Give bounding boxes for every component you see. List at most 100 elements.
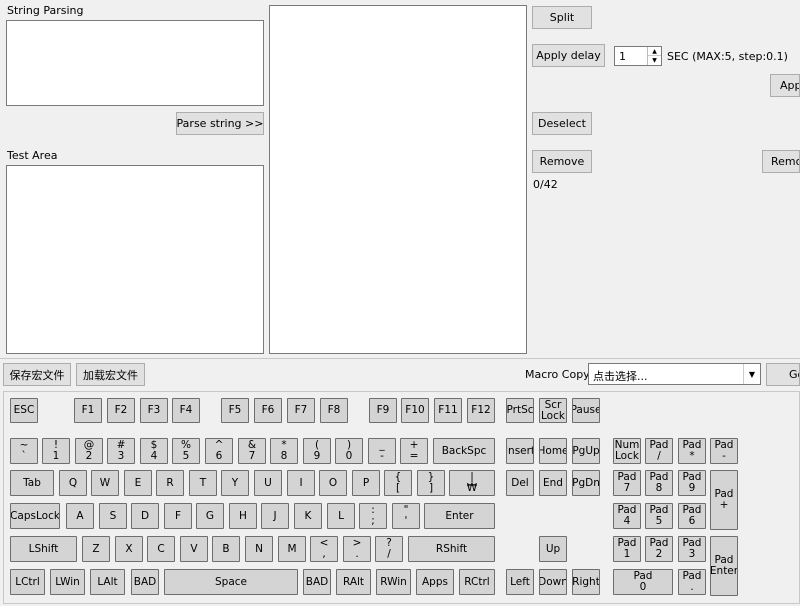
load-macro-button[interactable]: 加载宏文件 [76,363,145,386]
key-5[interactable]: % 5 [172,438,200,464]
key-left[interactable]: Left [506,569,534,595]
key-period[interactable]: >. [343,536,371,562]
key-y[interactable]: Y [221,470,249,496]
key-capslock[interactable]: CapsLock [10,503,60,529]
key-backspace[interactable]: BackSpc [433,438,495,464]
key-c[interactable]: C [147,536,175,562]
key-bad-left[interactable]: BAD [131,569,159,595]
key-end[interactable]: End [539,470,567,496]
key-pad-7[interactable]: Pad 7 [613,470,641,496]
key-n[interactable]: N [245,536,273,562]
key-i[interactable]: I [287,470,315,496]
key-pgdn[interactable]: PgDn [572,470,600,496]
key-f8[interactable]: F8 [320,398,348,423]
key-rshift[interactable]: RShift [408,536,495,562]
key-6[interactable]: ^ 6 [205,438,233,464]
key-prtsc[interactable]: PrtSc [506,398,534,423]
key-down[interactable]: Down [539,569,567,595]
key-numlock[interactable]: Num Lock [613,438,641,464]
key-lshift[interactable]: LShift [10,536,77,562]
key-f5[interactable]: F5 [221,398,249,423]
go-button[interactable]: Go [766,363,800,386]
key-ralt[interactable]: RAlt [336,569,371,595]
key-w[interactable]: W [91,470,119,496]
key-7[interactable]: & 7 [238,438,266,464]
string-parsing-textbox[interactable] [6,20,264,106]
key-f7[interactable]: F7 [287,398,315,423]
apply-all-button[interactable]: Apply [770,74,800,97]
delay-stepper[interactable]: 1 ▲ ▼ [614,46,662,66]
key-lwin[interactable]: LWin [50,569,85,595]
save-macro-button[interactable]: 保存宏文件 [3,363,71,386]
key-f9[interactable]: F9 [369,398,397,423]
key-semicolon[interactable]: :; [359,503,387,529]
key-f4[interactable]: F4 [172,398,200,423]
key-h[interactable]: H [229,503,257,529]
key-pad-multiply[interactable]: Pad * [678,438,706,464]
key-1[interactable]: ! 1 [42,438,70,464]
key-pause[interactable]: Pause [572,398,600,423]
key-u[interactable]: U [254,470,282,496]
remove-button[interactable]: Remove [532,150,592,173]
key-del[interactable]: Del [506,470,534,496]
key-pad-3[interactable]: Pad 3 [678,536,706,562]
key-t[interactable]: T [189,470,217,496]
stepper-arrows[interactable]: ▲ ▼ [647,47,661,65]
key-up[interactable]: Up [539,536,567,562]
key-o[interactable]: O [319,470,347,496]
key-insert[interactable]: Insert [506,438,534,464]
key-slash[interactable]: ? / [375,536,403,562]
key-apps[interactable]: Apps [416,569,454,595]
key-pad-9[interactable]: Pad 9 [678,470,706,496]
key-f12[interactable]: F12 [467,398,495,423]
key-e[interactable]: E [124,470,152,496]
key-esc[interactable]: ESC [10,398,38,423]
key-bad-right[interactable]: BAD [303,569,331,595]
key-home[interactable]: Home [539,438,567,464]
key-f[interactable]: F [164,503,192,529]
key-4[interactable]: $4 [140,438,168,464]
key-f6[interactable]: F6 [254,398,282,423]
key-rbracket[interactable]: }] [417,470,445,496]
key-8[interactable]: * 8 [270,438,298,464]
parse-string-button[interactable]: Parse string >> [176,112,264,135]
key-pad-6[interactable]: Pad 6 [678,503,706,529]
deselect-button[interactable]: Deselect [532,112,592,135]
key-scrlock[interactable]: Scr Lock [539,398,567,423]
chevron-down-icon[interactable]: ▼ [743,364,760,384]
key-pad-0[interactable]: Pad 0 [613,569,673,595]
key-comma[interactable]: <, [310,536,338,562]
key-f10[interactable]: F10 [401,398,429,423]
key-f1[interactable]: F1 [74,398,102,423]
key-0[interactable]: ) 0 [335,438,363,464]
key-minus[interactable]: _ - [368,438,396,464]
key-right[interactable]: Right [572,569,600,595]
key-rwin[interactable]: RWin [376,569,411,595]
key-pad-subtract[interactable]: Pad - [710,438,738,464]
test-area-textbox[interactable] [6,165,264,354]
macro-copy-select[interactable]: 点击选择... ▼ [588,363,761,385]
key-b[interactable]: B [212,536,240,562]
key-enter[interactable]: Enter [424,503,495,529]
key-f3[interactable]: F3 [140,398,168,423]
key-lctrl[interactable]: LCtrl [10,569,45,595]
chevron-down-icon[interactable]: ▼ [648,56,661,65]
apply-delay-button[interactable]: Apply delay [532,44,605,67]
key-x[interactable]: X [115,536,143,562]
key-a[interactable]: A [66,503,94,529]
key-r[interactable]: R [156,470,184,496]
chevron-up-icon[interactable]: ▲ [648,47,661,56]
key-f2[interactable]: F2 [107,398,135,423]
key-tab[interactable]: Tab [10,470,54,496]
key-pad-8[interactable]: Pad 8 [645,470,673,496]
key-d[interactable]: D [131,503,159,529]
key-2[interactable]: @2 [75,438,103,464]
key-q[interactable]: Q [59,470,87,496]
key-l[interactable]: L [327,503,355,529]
key-m[interactable]: M [278,536,306,562]
key-backslash[interactable]: | ₩ [449,470,495,496]
key-p[interactable]: P [352,470,380,496]
key-s[interactable]: S [99,503,127,529]
key-equal[interactable]: + = [400,438,428,464]
key-j[interactable]: J [261,503,289,529]
